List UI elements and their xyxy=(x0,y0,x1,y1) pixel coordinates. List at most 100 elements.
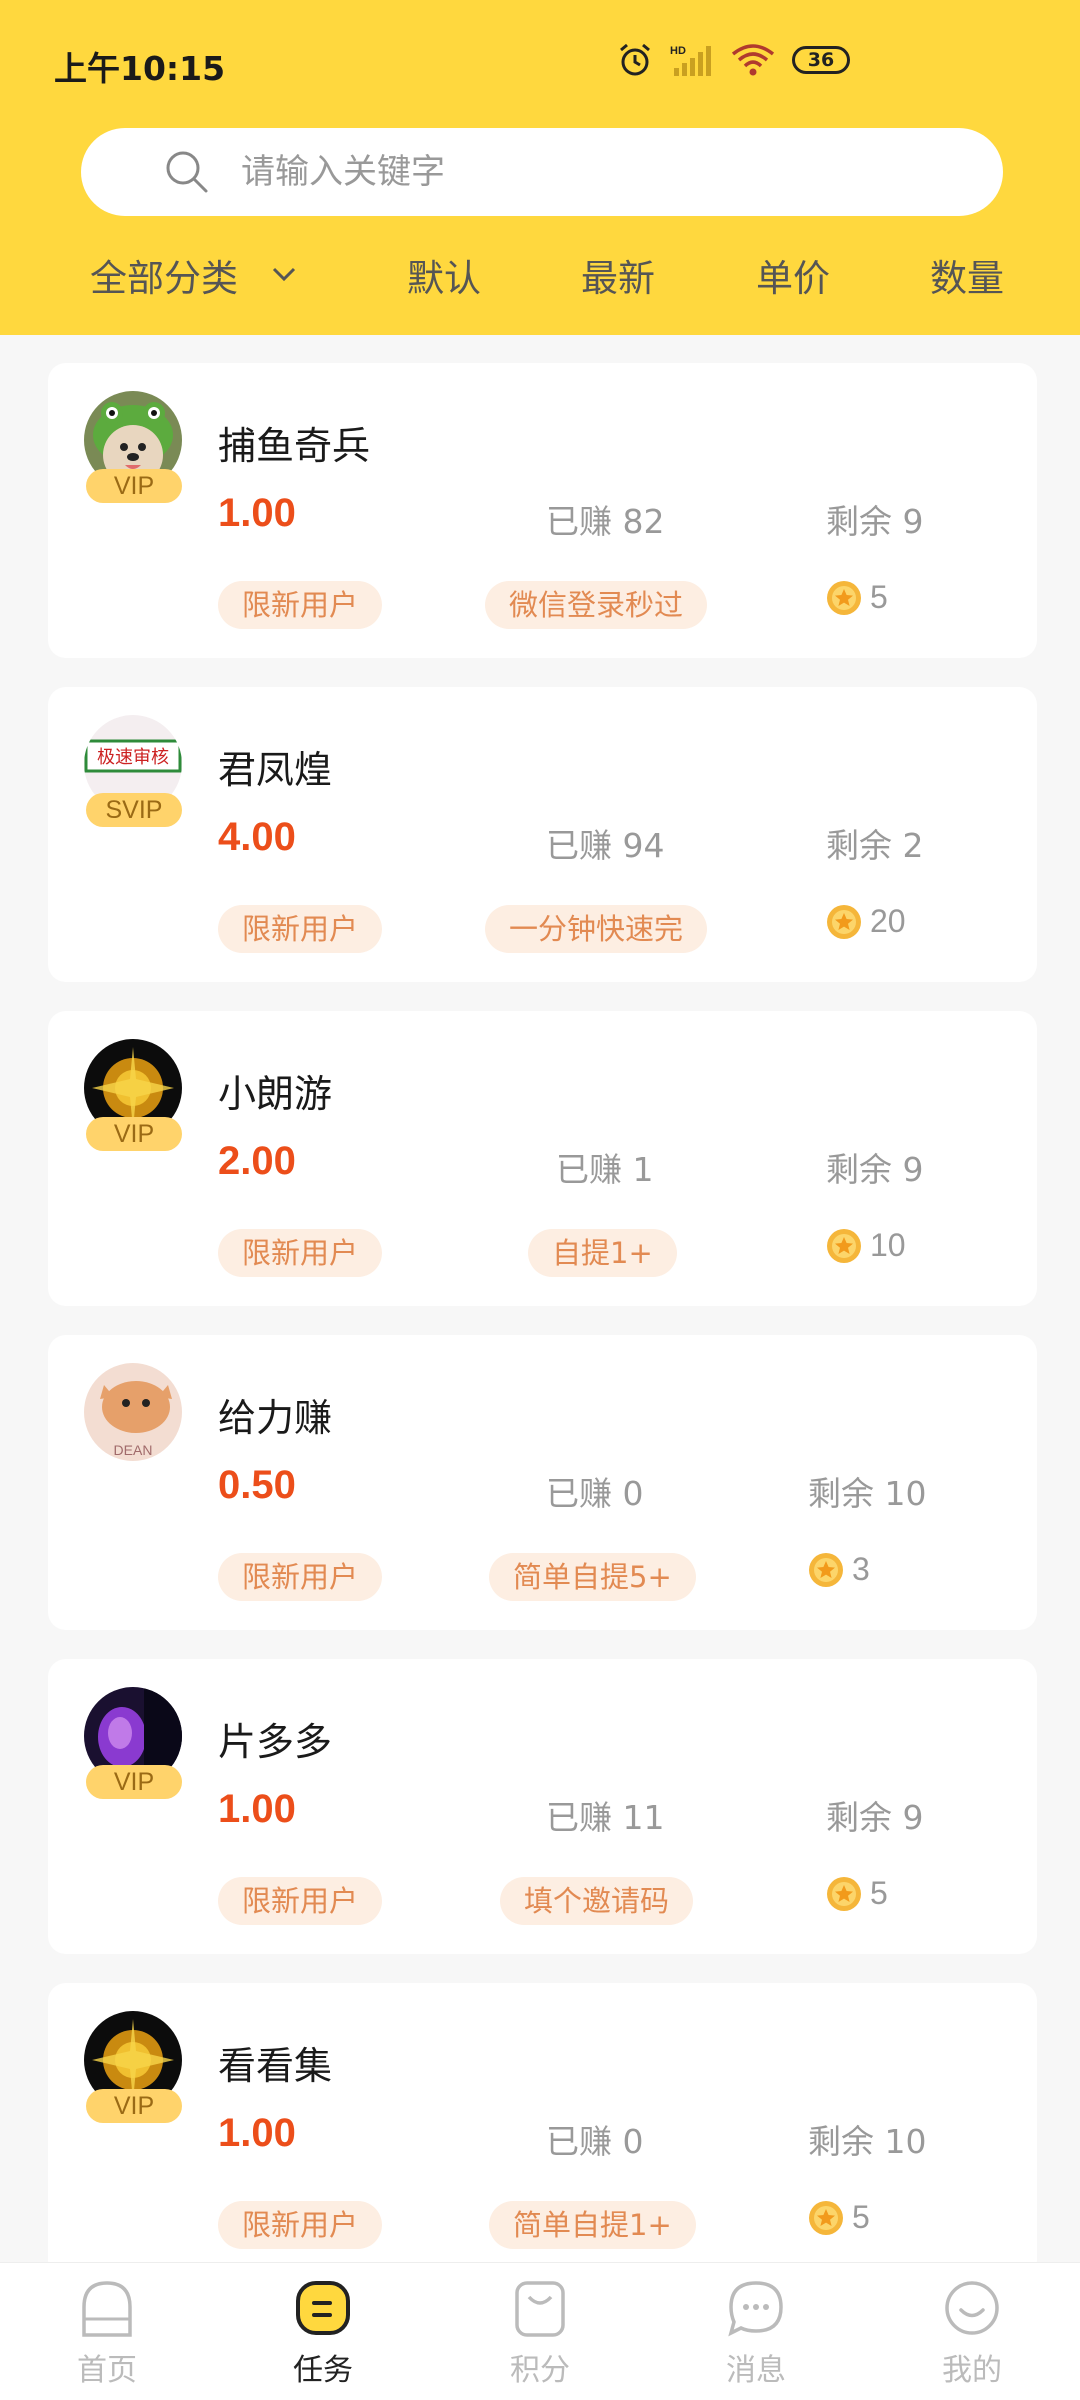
filter-category[interactable]: 全部分类 xyxy=(90,248,238,302)
task-card[interactable]: VIP 小朗游 2.00 已赚 1 剩余 9 限新用户 自提1+ 10 xyxy=(48,1011,1037,1306)
earned-count: 已赚 0 xyxy=(546,1474,644,1513)
coin-icon xyxy=(827,1228,861,1263)
task-card[interactable]: VIP 捕鱼奇兵 1.00 已赚 82 剩余 9 限新用户 微信登录秒过 5 xyxy=(48,363,1037,658)
home-icon xyxy=(82,2281,132,2337)
task-name: 看看集 xyxy=(218,2044,333,2088)
avatar-text: 极速审核 xyxy=(97,747,169,768)
tag-task-note: 简单自提1+ xyxy=(489,2201,696,2249)
coin-icon xyxy=(809,2200,843,2235)
nav-mine[interactable]: 我的 xyxy=(912,2271,1032,2396)
nav-messages[interactable]: 消息 xyxy=(696,2271,816,2396)
nav-tasks[interactable]: 任务 xyxy=(263,2271,383,2396)
status-icons: HD 36 xyxy=(616,40,850,80)
filter-unit-price[interactable]: 单价 xyxy=(756,248,830,302)
task-card[interactable]: VIP 看看集 1.00 已赚 0 剩余 10 限新用户 简单自提1+ 5 xyxy=(48,1983,1037,2278)
nav-home[interactable]: 首页 xyxy=(47,2271,167,2396)
coin-icon xyxy=(827,580,861,615)
chevron-down-icon[interactable] xyxy=(268,258,300,290)
nav-messages-label: 消息 xyxy=(726,2353,786,2388)
coin-reward: 5 xyxy=(826,579,888,616)
header: 上午10:15 HD 36 请输入关键字 全部分类 默认 最新 单价 数量 xyxy=(0,0,1080,335)
earned-count: 已赚 11 xyxy=(546,1798,665,1837)
nav-mine-label: 我的 xyxy=(942,2353,1002,2388)
coin-reward: 20 xyxy=(826,903,906,940)
coin-icon xyxy=(827,904,861,939)
coin-value: 3 xyxy=(852,1551,870,1587)
remaining-count: 剩余 9 xyxy=(826,1150,924,1189)
status-bar: 上午10:15 HD 36 xyxy=(0,0,1080,125)
task-price: 1.00 xyxy=(218,1787,296,1831)
nav-home-label: 首页 xyxy=(77,2353,137,2388)
task-card[interactable]: 极速审核 SVIP 君凤煌 4.00 已赚 94 剩余 2 限新用户 一分钟快速… xyxy=(48,687,1037,982)
avatar: DEAN xyxy=(84,1363,182,1461)
coin-reward: 10 xyxy=(826,1227,906,1264)
tag-task-note: 填个邀请码 xyxy=(500,1877,694,1925)
tag-task-note: 微信登录秒过 xyxy=(485,581,708,629)
remaining-count: 剩余 10 xyxy=(808,2122,927,2161)
task-name: 给力赚 xyxy=(218,1396,333,1440)
task-name: 小朗游 xyxy=(218,1072,333,1116)
filter-default[interactable]: 默认 xyxy=(407,248,481,302)
coin-value: 5 xyxy=(870,1875,888,1911)
remaining-count: 剩余 2 xyxy=(826,826,924,865)
tag-new-user: 限新用户 xyxy=(218,1877,383,1925)
coin-value: 5 xyxy=(852,2199,870,2235)
chat-icon xyxy=(728,2281,783,2337)
points-icon xyxy=(515,2281,565,2337)
tag-new-user: 限新用户 xyxy=(218,905,383,953)
search-input[interactable] xyxy=(241,142,941,202)
vip-badge: VIP xyxy=(86,469,182,503)
task-card[interactable]: DEAN 给力赚 0.50 已赚 0 剩余 10 限新用户 简单自提5+ 3 xyxy=(48,1335,1037,1630)
filter-quantity[interactable]: 数量 xyxy=(930,248,1004,302)
task-name: 片多多 xyxy=(218,1720,333,1764)
task-price: 2.00 xyxy=(218,1139,296,1183)
alarm-icon xyxy=(620,43,650,76)
coin-icon xyxy=(827,1876,861,1911)
tag-new-user: 限新用户 xyxy=(218,2201,383,2249)
filter-newest[interactable]: 最新 xyxy=(581,248,655,302)
tag-task-note: 自提1+ xyxy=(528,1229,677,1277)
coin-value: 5 xyxy=(870,579,888,615)
earned-count: 已赚 82 xyxy=(546,502,665,541)
task-price: 4.00 xyxy=(218,815,296,859)
task-price: 1.00 xyxy=(218,491,296,535)
earned-count: 已赚 1 xyxy=(556,1150,654,1189)
vip-badge: VIP xyxy=(86,1117,182,1151)
tag-new-user: 限新用户 xyxy=(218,1553,383,1601)
status-time: 上午10:15 xyxy=(54,49,226,88)
battery-icon: 36 xyxy=(792,46,850,74)
tag-task-note: 一分钟快速完 xyxy=(485,905,708,953)
tag-task-note: 简单自提5+ xyxy=(489,1553,696,1601)
task-name: 君凤煌 xyxy=(218,748,333,792)
task-price: 1.00 xyxy=(218,2111,296,2155)
search-box[interactable] xyxy=(81,128,1003,216)
tag-new-user: 限新用户 xyxy=(218,581,383,629)
earned-count: 已赚 94 xyxy=(546,826,665,865)
avatar-text: DEAN xyxy=(114,1442,153,1458)
nav-points[interactable]: 积分 xyxy=(480,2271,600,2396)
tag-new-user: 限新用户 xyxy=(218,1229,383,1277)
smile-icon xyxy=(945,2281,999,2335)
battery-level: 36 xyxy=(807,49,835,71)
remaining-count: 剩余 9 xyxy=(826,1798,924,1837)
coin-reward: 5 xyxy=(808,2199,870,2236)
remaining-count: 剩余 9 xyxy=(826,502,924,541)
coin-icon xyxy=(809,1552,843,1587)
vip-badge: VIP xyxy=(86,2089,182,2123)
task-price: 0.50 xyxy=(218,1463,296,1507)
wifi-icon xyxy=(731,44,775,76)
coin-value: 20 xyxy=(870,903,906,939)
task-name: 捕鱼奇兵 xyxy=(218,424,371,468)
nav-tasks-label: 任务 xyxy=(293,2353,353,2388)
vip-badge: VIP xyxy=(86,1765,182,1799)
bottom-nav: 首页 任务 积分 消息 我的 xyxy=(0,2262,1080,2400)
tasks-icon xyxy=(296,2281,350,2335)
coin-reward: 5 xyxy=(826,1875,888,1912)
coin-value: 10 xyxy=(870,1227,906,1263)
filter-bar: 全部分类 默认 最新 单价 数量 xyxy=(0,240,1080,312)
remaining-count: 剩余 10 xyxy=(808,1474,927,1513)
network-type-label: HD xyxy=(670,45,686,57)
task-card[interactable]: VIP 片多多 1.00 已赚 11 剩余 9 限新用户 填个邀请码 5 xyxy=(48,1659,1037,1954)
search-icon xyxy=(166,151,208,193)
svip-badge: SVIP xyxy=(86,793,182,827)
